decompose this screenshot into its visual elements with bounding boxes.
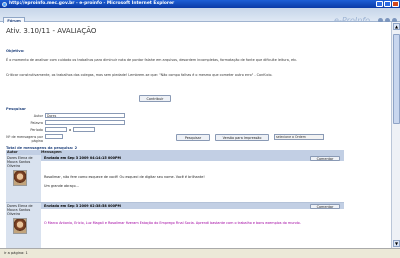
contribute-button[interactable]: Contribuir <box>139 95 171 102</box>
avatar <box>13 170 27 187</box>
scroll-down-arrow-icon[interactable]: ▼ <box>393 240 400 247</box>
ie-icon <box>2 1 7 7</box>
period-label: Período <box>30 128 43 132</box>
post-body: Enviado em Sep 3 2009 02:38:58 000PM Com… <box>41 203 344 248</box>
post-author-name: Dores Elena de Moura Santos Oliveira <box>7 156 33 168</box>
objective-text: É o momento de analisar com cuidado os t… <box>6 58 298 62</box>
scroll-up-arrow-icon[interactable]: ▲ <box>393 23 400 30</box>
window-title: http://eproinfo.mec.gov.br - e-proinfo -… <box>9 1 175 6</box>
period-end-input[interactable] <box>73 127 95 132</box>
print-version-button[interactable]: Versão para Impressão <box>215 134 269 141</box>
post-author-name: Dores Elena de Moura Santos Oliveira <box>7 204 33 216</box>
keyword-label: Palavra <box>30 121 43 125</box>
minimize-button[interactable] <box>376 1 383 7</box>
post-header: Enviado em Sep 3 2009 04:14:15 000PM <box>41 155 344 161</box>
post-author: Dores Elena de Moura Santos Oliveira <box>6 203 41 248</box>
posts-table: Autor Mensagem Dores Elena de Moura Sant… <box>6 150 344 249</box>
table-row: Dores Elena de Moura Santos Oliveira Env… <box>6 203 344 249</box>
order-select[interactable]: selecione a Ordem <box>274 134 324 140</box>
maximize-button[interactable] <box>384 1 391 7</box>
page-title: Ativ. 3.10/11 - AVALIAÇÃO <box>6 27 97 35</box>
status-bar: ir a página: 1 <box>0 248 400 258</box>
objective-text-2: Criticar construtivamente, os trabalhos … <box>6 73 273 77</box>
window-controls <box>376 1 399 7</box>
table-row: Dores Elena de Moura Santos Oliveira Env… <box>6 155 344 203</box>
post-author: Dores Elena de Moura Santos Oliveira <box>6 155 41 202</box>
scroll-thumb[interactable] <box>393 34 400 124</box>
post-body: Enviado em Sep 3 2009 04:14:15 000PM Com… <box>41 155 344 202</box>
portal-header: Fórum e-ProInfo <box>0 8 400 25</box>
reply-button[interactable]: Comentar <box>310 155 340 161</box>
period-separator: a <box>69 128 72 132</box>
search-button[interactable]: Pesquisar <box>176 134 210 141</box>
reply-button[interactable]: Comentar <box>310 203 340 209</box>
close-button[interactable] <box>392 1 399 7</box>
post-text: O Marco Antonio, Ericlo, Luz Magali e Ro… <box>44 221 301 225</box>
period-start-input[interactable] <box>45 127 67 132</box>
status-text: ir a página: 1 <box>4 251 28 255</box>
per-page-label: Nº de mensagens por página <box>6 135 43 143</box>
vertical-scrollbar[interactable]: ▲ ▼ <box>391 22 400 248</box>
avatar <box>13 218 27 235</box>
per-page-input[interactable] <box>45 134 63 139</box>
window-title-bar: http://eproinfo.mec.gov.br - e-proinfo -… <box>0 0 400 8</box>
search-label: Pesquisar <box>6 107 26 111</box>
keyword-input[interactable] <box>45 120 125 125</box>
author-input[interactable]: Dores <box>45 113 125 118</box>
post-text-2: Um grande abraço... <box>44 184 79 188</box>
post-text: Rosalimar, não fere como esquece de você… <box>44 175 205 179</box>
post-header: Enviado em Sep 3 2009 02:38:58 000PM <box>41 203 344 209</box>
objective-label: Objetivo: <box>6 49 25 53</box>
main-content: Ativ. 3.10/11 - AVALIAÇÃO Objetivo: É o … <box>4 22 391 249</box>
author-label: Autor <box>33 114 43 118</box>
